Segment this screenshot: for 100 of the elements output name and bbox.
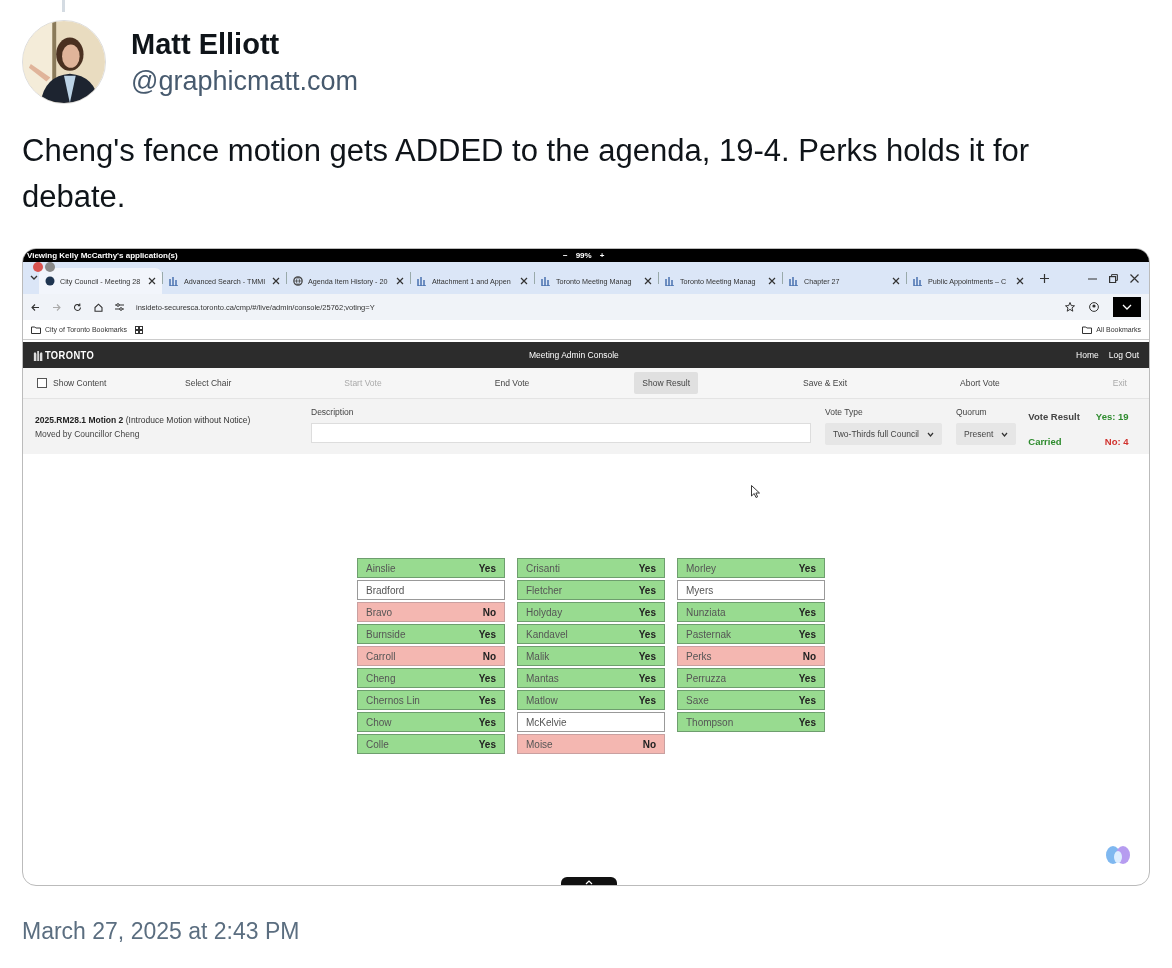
quorum-select[interactable]: Present	[956, 423, 1017, 445]
field-label: Quorum	[956, 407, 988, 417]
no-count: No: 4	[1103, 435, 1129, 449]
member-name: Chow	[366, 716, 392, 728]
member-name: Pasternak	[686, 628, 732, 640]
toolbar-button[interactable]: Select Chair	[177, 372, 240, 394]
show-content-checkbox[interactable]: Show Content	[37, 378, 177, 388]
apps-grid-icon[interactable]	[134, 325, 143, 334]
member-name: Fletcher	[526, 584, 563, 596]
vote-value: Yes	[798, 562, 816, 574]
field-label: Description	[311, 407, 355, 417]
zoom-out-button[interactable]: −	[563, 251, 568, 260]
folder-icon	[31, 325, 41, 334]
globe-icon	[293, 276, 303, 286]
close-icon[interactable]	[148, 277, 156, 285]
vote-value: No	[642, 738, 656, 750]
toolbar-button[interactable]: Show Result	[634, 372, 699, 394]
member-name: Saxe	[686, 694, 709, 706]
star-icon[interactable]	[1065, 302, 1075, 312]
profile-icon[interactable]	[1089, 302, 1099, 312]
header-link[interactable]: Log Out	[1108, 350, 1139, 360]
member-name: Chernos Lin	[366, 694, 420, 706]
member-name: Perruzza	[686, 672, 726, 684]
vote-value: Yes	[638, 606, 656, 618]
folder-icon	[1082, 325, 1093, 334]
reload-icon[interactable]	[73, 302, 82, 312]
vote-value: No	[482, 650, 496, 662]
member-name: Burnside	[366, 628, 406, 640]
site-settings-icon[interactable]	[115, 303, 124, 311]
vote-value: Yes	[638, 562, 656, 574]
bar-chart-icon	[541, 276, 551, 286]
member-name: Moise	[526, 738, 553, 750]
vote-value: Yes	[798, 716, 816, 728]
member-name: Myers	[686, 584, 714, 596]
vote-value: Yes	[478, 716, 496, 728]
member-name: Cheng	[366, 672, 396, 684]
zoom-in-button[interactable]: +	[599, 251, 605, 260]
restore-icon[interactable]	[1109, 273, 1118, 283]
post-timestamp: March 27, 2025 at 2:43 PM	[22, 918, 300, 945]
member-name: Crisanti	[526, 562, 560, 574]
bar-chart-icon	[417, 276, 427, 286]
cursor-icon	[751, 485, 760, 498]
description-field[interactable]	[311, 423, 811, 443]
chevron-down-icon	[1001, 431, 1009, 437]
back-icon[interactable]	[31, 302, 40, 312]
vote-value: Yes	[798, 694, 816, 706]
vote-value: Yes	[638, 628, 656, 640]
member-name: Morley	[686, 562, 716, 574]
toolbar-button[interactable]: Abort Vote	[952, 372, 1008, 394]
chevron-down-icon	[1122, 303, 1132, 311]
close-icon[interactable]	[644, 277, 652, 285]
close-icon[interactable]	[768, 277, 776, 285]
home-icon[interactable]	[94, 302, 103, 312]
vote-value: Yes	[478, 694, 496, 706]
vote-value: Yes	[798, 606, 816, 618]
close-icon[interactable]	[1016, 277, 1024, 285]
zoom-level: 99%	[575, 251, 592, 260]
dropdown-button[interactable]	[1113, 297, 1141, 317]
motion-title: 2025.RM28.1 Motion 2 (Introduce Motion without Notice)	[35, 415, 252, 425]
result-label: Vote Result	[1028, 411, 1080, 424]
member-name: Mantas	[526, 672, 559, 684]
close-icon[interactable]	[1130, 273, 1139, 283]
chevron-down-icon[interactable]	[29, 274, 39, 282]
member-name: McKelvie	[526, 716, 567, 728]
vote-value: Yes	[478, 738, 496, 750]
member-name: Malik	[526, 650, 550, 662]
vote-value: Yes	[798, 628, 816, 640]
city-hall-icon	[33, 349, 44, 361]
collapse-handle[interactable]	[561, 877, 617, 885]
vote-type-select[interactable]: Two-Thirds full Council	[825, 423, 942, 445]
bar-chart-icon	[169, 276, 179, 286]
bar-chart-icon	[789, 276, 799, 286]
toolbar-button[interactable]: Save & Exit	[795, 372, 855, 394]
post-text: Cheng's fence motion gets ADDED to the agenda, 19-4. Perks holds it for debate.	[22, 132, 1031, 216]
bar-chart-icon	[913, 276, 923, 286]
close-icon[interactable]	[396, 277, 404, 285]
yes-count: Yes: 19	[1095, 411, 1129, 424]
result-outcome: Carried	[1028, 435, 1063, 449]
member-name: Carroll	[366, 650, 396, 662]
vote-value: Yes	[478, 628, 496, 640]
chevron-down-icon	[927, 431, 934, 437]
member-name: Ainslie	[366, 562, 396, 574]
close-icon[interactable]	[520, 277, 528, 285]
vote-value: Yes	[638, 650, 656, 662]
member-name: Holyday	[526, 606, 563, 618]
bar-chart-icon	[665, 276, 675, 286]
vote-value: Yes	[638, 584, 656, 596]
member-name: Bradford	[366, 584, 405, 596]
new-tab-button[interactable]	[1040, 273, 1049, 283]
app-title: Meeting Admin Console	[529, 350, 619, 360]
author-handle: @graphicmatt.com	[131, 65, 358, 98]
header-link[interactable]: Home	[1076, 350, 1099, 360]
member-name: Bravo	[366, 606, 393, 618]
member-name: Matlow	[526, 694, 558, 706]
author-name: Matt Elliott	[131, 27, 280, 62]
close-icon[interactable]	[892, 277, 900, 285]
vote-value: Yes	[638, 672, 656, 684]
close-icon[interactable]	[272, 277, 280, 285]
toolbar-button[interactable]: End Vote	[486, 372, 538, 394]
vote-value: Yes	[478, 672, 496, 684]
